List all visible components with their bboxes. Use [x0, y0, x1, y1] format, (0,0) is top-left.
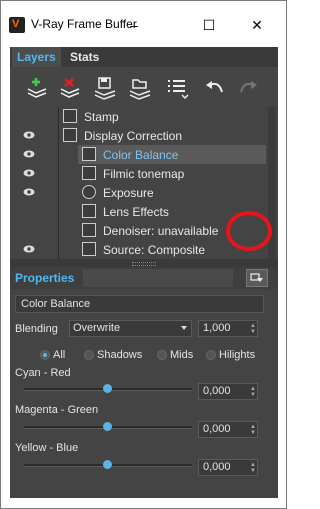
blending-label: Blending [15, 323, 58, 335]
properties-header-bar [83, 269, 233, 287]
load-layers-icon [129, 79, 151, 100]
layers-panel: Layers Stats Stamp Display Correction Co… [10, 47, 278, 498]
display-correction-icon [63, 128, 77, 142]
cyan-red-label: Cyan - Red [15, 367, 71, 379]
layer-menu-button[interactable] [165, 75, 191, 101]
magenta-green-slider-handle[interactable] [103, 422, 112, 431]
tab-stats[interactable]: Stats [65, 47, 104, 67]
layer-label: Exposure [103, 186, 154, 200]
panel-splitter[interactable] [10, 259, 278, 267]
layer-label: Color Balance [103, 148, 179, 162]
properties-menu-icon [250, 273, 263, 282]
panel-tabs: Layers Stats [10, 47, 278, 67]
tab-layers[interactable]: Layers [12, 47, 61, 67]
splitter-grip-icon [132, 262, 156, 266]
range-all-label: All [53, 349, 66, 361]
layer-menu-icon [168, 80, 189, 100]
blending-mode-value: Overwrite [73, 322, 121, 334]
redo-icon [240, 81, 257, 93]
undo-button[interactable] [202, 75, 228, 101]
layer-name-field[interactable]: Color Balance [15, 295, 264, 313]
eye-icon[interactable] [23, 150, 35, 158]
blending-amount-spinner[interactable]: 1,000 ▲ ▼ [198, 320, 258, 337]
eye-icon[interactable] [23, 169, 35, 177]
layer-label: Source: Composite [103, 243, 206, 257]
undo-icon [206, 81, 223, 93]
magenta-green-spinner[interactable]: 0,000 ▲ ▼ [198, 421, 258, 438]
range-hilights-radio[interactable] [206, 350, 216, 360]
title-bar: V V-Ray Frame Buffer – ☐ ✕ [1, 1, 286, 47]
magenta-green-label: Magenta - Green [15, 404, 99, 416]
spinner-arrows-icon[interactable]: ▲ ▼ [250, 386, 256, 398]
chevron-down-icon [181, 326, 187, 330]
layer-row-denoiser[interactable]: Denoiser: unavailable [10, 221, 266, 240]
blending-mode-select[interactable]: Overwrite [69, 320, 192, 337]
range-shadows-radio[interactable] [84, 350, 94, 360]
layer-tree-scrollbar[interactable] [268, 107, 276, 259]
spinner-arrows-icon[interactable]: ▲ ▼ [250, 462, 256, 474]
save-layers-button[interactable] [92, 75, 118, 101]
cyan-red-value: 0,000 [203, 385, 231, 397]
layer-label: Display Correction [84, 129, 183, 143]
add-layer-icon [27, 78, 47, 98]
delete-layer-button[interactable] [57, 75, 83, 101]
layer-row-stamp[interactable]: Stamp [10, 107, 266, 126]
properties-header: Properties [10, 267, 278, 289]
close-button[interactable]: ✕ [237, 9, 277, 41]
range-all-radio[interactable] [40, 350, 50, 360]
range-shadows-label: Shadows [97, 349, 143, 361]
layer-row-display-correction[interactable]: Display Correction [10, 126, 266, 145]
layer-label: Lens Effects [103, 205, 169, 219]
properties-menu-button[interactable] [246, 269, 268, 287]
range-hilights-label: Hilights [219, 349, 256, 361]
layer-row-color-balance[interactable]: Color Balance [10, 145, 266, 164]
color-balance-icon [82, 147, 96, 161]
eye-icon[interactable] [23, 131, 35, 139]
stamp-icon [63, 109, 77, 123]
layer-label: Denoiser: unavailable [103, 224, 219, 238]
yellow-blue-slider-handle[interactable] [103, 460, 112, 469]
layer-label: Stamp [84, 110, 119, 124]
spinner-arrows-icon[interactable]: ▲ ▼ [250, 424, 256, 436]
vray-frame-buffer-window: V V-Ray Frame Buffer – ☐ ✕ Layers Stats [0, 0, 287, 509]
denoiser-icon [82, 223, 96, 237]
save-layers-icon [94, 77, 116, 100]
yellow-blue-label: Yellow - Blue [15, 442, 79, 454]
layer-tree: Stamp Display Correction Color Balance F… [10, 107, 278, 259]
range-mids-radio[interactable] [157, 350, 167, 360]
blending-amount-value: 1,000 [203, 322, 231, 334]
yellow-blue-spinner[interactable]: 0,000 ▲ ▼ [198, 459, 258, 476]
eye-icon[interactable] [23, 245, 35, 253]
exposure-icon [82, 185, 96, 199]
layer-row-filmic-tonemap[interactable]: Filmic tonemap [10, 164, 266, 183]
delete-layer-icon [60, 78, 80, 98]
magenta-green-value: 0,000 [203, 423, 231, 435]
layer-row-lens-effects[interactable]: Lens Effects [10, 202, 266, 221]
range-mids-label: Mids [170, 349, 194, 361]
load-layers-button[interactable] [127, 75, 153, 101]
redo-button[interactable] [235, 75, 261, 101]
minimize-button[interactable]: – [114, 9, 154, 41]
filmic-icon [82, 166, 96, 180]
vray-app-icon: V [9, 17, 25, 33]
add-layer-button[interactable] [24, 75, 50, 101]
layer-row-exposure[interactable]: Exposure [10, 183, 266, 202]
properties-title: Properties [15, 271, 75, 285]
yellow-blue-value: 0,000 [203, 461, 231, 473]
spinner-arrows-icon[interactable]: ▲ ▼ [250, 323, 256, 335]
cyan-red-spinner[interactable]: 0,000 ▲ ▼ [198, 383, 258, 400]
layer-row-source-composite[interactable]: Source: Composite [10, 240, 266, 259]
layer-label: Filmic tonemap [103, 167, 185, 181]
maximize-button[interactable]: ☐ [189, 9, 229, 41]
eye-icon[interactable] [23, 188, 35, 196]
lens-effects-icon [82, 204, 96, 218]
cyan-red-slider-handle[interactable] [103, 384, 112, 393]
source-icon [82, 242, 96, 256]
layers-toolbar [10, 67, 278, 107]
